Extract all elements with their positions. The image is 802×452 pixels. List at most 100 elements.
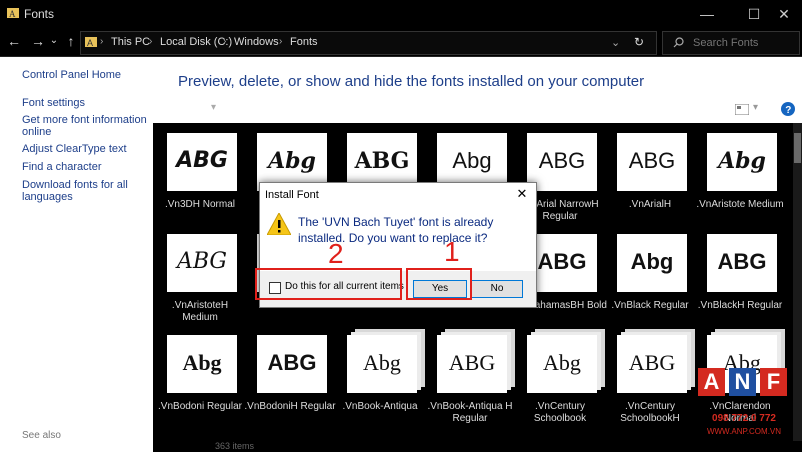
- font-sample: Abg: [268, 148, 316, 174]
- font-tile[interactable]: ABG .VnBook-Antiqua H Regular: [423, 329, 515, 435]
- see-also-heading: See also: [22, 430, 61, 441]
- control-panel-home-link[interactable]: Control Panel Home: [22, 69, 147, 81]
- back-icon[interactable]: ←: [5, 32, 23, 50]
- address-dropdown-icon[interactable]: ⌄: [611, 36, 620, 49]
- chevron-right-icon: ›: [100, 36, 104, 47]
- font-file-icon: ABG: [257, 335, 327, 393]
- no-button[interactable]: No: [471, 280, 523, 298]
- find-character-link[interactable]: Find a character: [22, 161, 147, 173]
- dialog-title: Install Font: [265, 189, 319, 201]
- chevron-right-icon: ›: [223, 36, 227, 47]
- chevron-right-icon: ›: [279, 36, 283, 47]
- font-sample: ABG: [628, 148, 676, 173]
- minimize-icon[interactable]: —: [688, 0, 726, 28]
- fonts-folder-small-icon: A: [85, 37, 97, 48]
- watermark-url: WWW.ANP.COM.VN: [706, 427, 782, 436]
- address-toolbar: ← → ⌄ ↑ A › This PC › Local Disk (C:) › …: [0, 28, 802, 57]
- font-file-icon: Abg: [347, 335, 417, 393]
- font-settings-link[interactable]: Font settings: [22, 97, 147, 109]
- font-sample: ABG: [717, 249, 767, 274]
- annotation-box-1: [406, 268, 472, 300]
- watermark-letter-n: N: [729, 368, 756, 396]
- font-label: .VnAristoteH Medium: [171, 300, 229, 323]
- view-dropdown-icon[interactable]: ▾: [753, 102, 758, 113]
- search-icon: [673, 37, 684, 48]
- up-icon[interactable]: ↑: [62, 32, 80, 50]
- search-input[interactable]: [691, 35, 795, 51]
- font-tile[interactable]: ABG .VnCentury SchoolbookH: [603, 329, 695, 435]
- font-file-icon: ABG: [617, 133, 687, 191]
- vertical-scrollbar[interactable]: [793, 123, 802, 452]
- svg-text:A: A: [87, 38, 93, 48]
- address-bar[interactable]: A › This PC › Local Disk (C:) › Windows …: [80, 31, 657, 55]
- help-icon[interactable]: ?: [781, 102, 795, 116]
- search-box[interactable]: [662, 31, 800, 55]
- font-sample: Abg: [182, 350, 222, 375]
- font-sample: Abg: [543, 350, 581, 375]
- font-tile[interactable]: ABG .VnBodoniH Regular: [243, 335, 336, 435]
- breadcrumb-this-pc[interactable]: This PC: [111, 36, 150, 48]
- breadcrumb-local-disk[interactable]: Local Disk (C:): [160, 36, 232, 48]
- font-file-icon: ABG: [527, 133, 597, 191]
- font-tile[interactable]: Abg .VnCentury Schoolbook: [513, 329, 605, 435]
- font-label: .VnArialH: [628, 199, 672, 210]
- refresh-icon[interactable]: ↻: [634, 35, 644, 49]
- watermark-phone: 098 772 0 772: [712, 413, 776, 424]
- left-pane: Control Panel Home Font settings Get mor…: [0, 57, 153, 452]
- font-tile[interactable]: ABG .VnBlackH Regular: [693, 234, 783, 334]
- recent-locations-icon[interactable]: ⌄: [45, 32, 63, 50]
- font-file-icon: Abg: [707, 133, 777, 191]
- font-sample: ABG: [628, 350, 676, 375]
- scrollbar-thumb[interactable]: [794, 133, 801, 163]
- annotation-number-1: 1: [444, 236, 460, 267]
- font-label: .VnBook-Antiqua H Regular: [427, 401, 513, 424]
- font-label: .VnCentury Schoolbook: [533, 401, 587, 424]
- fonts-folder-icon: A: [7, 8, 19, 19]
- font-file-icon: Abg: [527, 335, 597, 393]
- font-tile[interactable]: ABG .VnArialH: [603, 133, 693, 233]
- warning-icon: [267, 213, 291, 235]
- chevron-right-icon: ›: [149, 36, 153, 47]
- font-tile[interactable]: ABG .VnAristoteH Medium: [153, 234, 243, 334]
- font-sample: ABG: [176, 148, 228, 173]
- view-options-icon[interactable]: [735, 104, 749, 115]
- font-file-icon: Abg: [167, 335, 237, 393]
- font-sample: ABG: [537, 249, 587, 274]
- view-toolbar: ▾ ▾ ?: [153, 98, 802, 122]
- status-bar: 363 items: [153, 441, 802, 452]
- breadcrumb-fonts[interactable]: Fonts: [290, 36, 318, 48]
- font-tile[interactable]: Abg .VnBodoni Regular: [153, 335, 243, 435]
- font-label: .VnBodoniH Regular: [244, 401, 336, 412]
- close-window-icon[interactable]: ✕: [765, 0, 802, 28]
- font-tile[interactable]: Abg .VnBlack Regular: [603, 234, 693, 334]
- font-sample: Abg: [630, 249, 674, 274]
- font-tile[interactable]: Abg .VnBook-Antiqua: [333, 329, 425, 435]
- font-file-icon: ABG: [707, 234, 777, 292]
- annotation-number-2: 2: [328, 238, 344, 269]
- page-heading: Preview, delete, or show and hide the fo…: [178, 73, 645, 90]
- font-file-icon: ABG: [437, 335, 507, 393]
- download-fonts-link[interactable]: Download fonts for all languages: [22, 179, 147, 203]
- font-sample: ABG: [448, 350, 496, 375]
- font-tile[interactable]: Abg .VnAristote Medium: [693, 133, 784, 233]
- font-label: .VnBodoni Regular: [158, 401, 242, 412]
- font-sample: ABG: [354, 148, 410, 174]
- watermark-letter-f: F: [760, 368, 787, 396]
- adjust-cleartype-link[interactable]: Adjust ClearType text: [22, 143, 147, 155]
- font-sample: ABG: [176, 249, 228, 274]
- font-file-icon: ABG: [167, 133, 237, 191]
- font-file-icon: ABG: [617, 335, 687, 393]
- get-more-font-info-link[interactable]: Get more font information online: [22, 114, 147, 138]
- dialog-close-icon[interactable]: ✕: [512, 185, 532, 203]
- anf-watermark: A N F 098 772 0 772 WWW.ANP.COM.VN: [696, 368, 792, 438]
- item-count: 363 items: [215, 441, 255, 451]
- organize-dropdown-icon[interactable]: ▾: [211, 102, 216, 113]
- font-tile[interactable]: ABG .Vn3DH Normal: [153, 133, 243, 233]
- window-title: Fonts: [24, 7, 55, 21]
- svg-text:A: A: [9, 9, 16, 19]
- breadcrumb-windows[interactable]: Windows: [234, 36, 279, 48]
- svg-text:?: ?: [785, 105, 791, 116]
- font-label: .VnBlackH Regular: [697, 300, 783, 311]
- font-sample: Abg: [452, 148, 492, 173]
- font-label: .VnBook-Antiqua: [342, 401, 418, 412]
